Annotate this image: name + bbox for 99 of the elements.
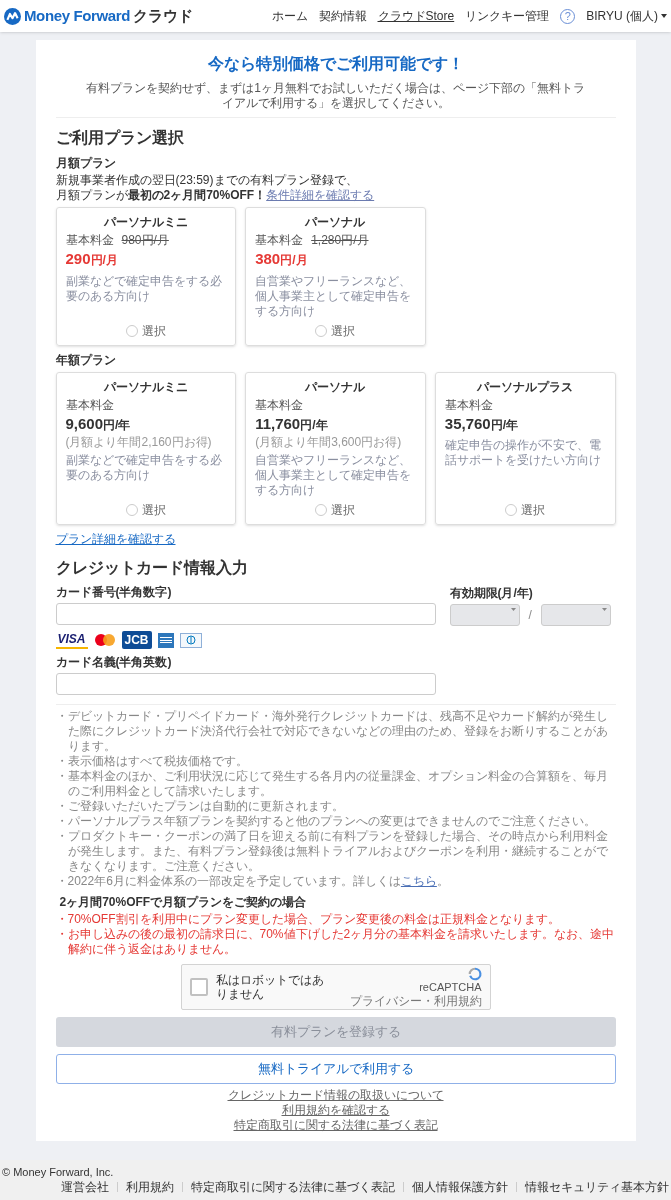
nav-link[interactable]: リンクキー管理 xyxy=(465,7,550,25)
note-text: ・ご登録いただいたプランは自動的に更新されます。 xyxy=(55,799,345,814)
jcb-logo: JCB xyxy=(121,631,152,649)
nav-link[interactable]: クラウドStore xyxy=(377,7,455,25)
details-link[interactable]: こちら xyxy=(400,874,437,888)
price-unit: 円/月 xyxy=(280,252,308,269)
original-price: 1,280円/月 xyxy=(311,233,369,248)
radio-label: 選択 xyxy=(521,502,546,519)
plan-details-link[interactable]: プラン詳細を確認する xyxy=(55,530,176,548)
cardholder-name-field[interactable] xyxy=(55,673,436,695)
footer-link[interactable]: 情報セキュリティ基本方針 xyxy=(525,1179,669,1195)
conditions-link[interactable]: 条件詳細を確認する xyxy=(266,188,375,203)
captcha-brand: reCAPTCHA xyxy=(419,980,482,994)
amex-logo-icon xyxy=(157,632,174,648)
note-text: ・基本料金のほか、ご利用状況に応じて発生する各月内の従量課金、オプション料金の合算額を、毎月のご利用料金として請求いたします。 xyxy=(55,769,609,799)
base-price-label: 基本料金 xyxy=(65,233,114,248)
diners-club-logo-icon xyxy=(179,632,202,648)
free-trial-button[interactable]: 無料トライアルで利用する xyxy=(55,1054,616,1084)
headline: 今なら特別価格でご利用可能です！ xyxy=(206,54,465,75)
plan-name: パーソナルミニ xyxy=(102,214,189,231)
savings-text: (月額より年間2,160円お得) xyxy=(65,435,213,450)
plan-card[interactable]: パーソナルミニ 基本料金 980円/月 290円/月 副業などで確定申告をする必要のある方向け 選択 xyxy=(55,207,237,346)
nav-link[interactable]: ホーム xyxy=(271,7,308,25)
price: 290 xyxy=(65,249,91,269)
footer-link[interactable]: 個人情報保護方針 xyxy=(412,1179,508,1195)
plan-card[interactable]: パーソナルミニ 基本料金 9,600円/年 (月額より年間2,160円お得) 副業などで確定申告をする必要のある方向け 選択 xyxy=(55,371,237,525)
mastercard-logo-icon xyxy=(93,633,116,647)
plan-description: 自営業やフリーランスなど、個人事業主として確定申告をする方向け xyxy=(255,453,413,498)
note-text: ・表示価格はすべて税抜価格です。 xyxy=(55,754,249,769)
subsection-label: 月額プラン xyxy=(55,155,117,172)
section-title: クレジットカード情報入力 xyxy=(55,558,249,578)
price-unit: 円/月 xyxy=(90,252,118,269)
note-text: ・プロダクトキー・クーポンの満了日を迎える前に有料プランを登録した場合、その時点から利用料金が発生します。また、有料プラン登録後は無料トライアルおよびクーポンを利用・継続することができなくなります。ご注意ください。 xyxy=(55,829,609,874)
logo-text: Money Forward xyxy=(24,5,130,26)
plan-description: 副業などで確定申告をする必要のある方向け xyxy=(65,273,223,304)
discount-title: 2ヶ月間70%OFFで月額プランをご契約の場合 xyxy=(58,894,308,911)
intro-text: 有料プランを契約せず、まずは1ヶ月無料でお試しいただく場合は、ページ下部の「無料トライアルで利用する」を選択してください。 xyxy=(85,81,586,111)
visa-logo: VISA xyxy=(55,631,88,649)
nav-link[interactable]: 契約情報 xyxy=(318,7,367,25)
footer-link[interactable]: 特定商取引に関する法律に基づく表記 xyxy=(233,1118,438,1133)
base-price-label: 基本料金 xyxy=(444,397,493,413)
note-text: ・デビットカード・プリペイドカード・海外発行クレジットカードは、残高不足やカード解約が発生した際にクレジットカード決済代行会社で対応できないなどの理由のため、登録をお断りすることがあります。 xyxy=(55,709,609,754)
plan-description: 確定申告の操作が不安で、電話サポートを受けたい方向け xyxy=(444,438,602,468)
plan-name: パーソナル xyxy=(304,378,367,396)
recaptcha-logo-icon xyxy=(467,966,482,981)
note-text: ・パーソナルプラス年額プランを契約すると他のプランへの変更はできませんのでご注意ください。 xyxy=(55,814,597,829)
footer-link[interactable]: 運営会社 xyxy=(61,1179,109,1195)
price-unit: 円/年 xyxy=(300,416,328,434)
field-label: カード名義(半角英数) xyxy=(55,654,173,671)
footer-link[interactable]: 特定商取引に関する法律に基づく表記 xyxy=(191,1179,395,1195)
price: 35,760 xyxy=(444,413,491,434)
year-select[interactable] xyxy=(540,604,611,626)
price-unit: 円/年 xyxy=(103,416,131,434)
promo-text: 新規事業者作成の翌日(23:59)までの有料プラン登録で、 xyxy=(55,173,358,188)
separator-text: / xyxy=(527,607,533,624)
footer-link[interactable]: 利用規約を確認する xyxy=(281,1103,390,1118)
caret-icon xyxy=(661,14,667,18)
caret-icon xyxy=(510,608,516,611)
copyright-text: © Money Forward, Inc. xyxy=(2,1165,114,1179)
radio-label: 選択 xyxy=(331,322,356,340)
captcha-label: 私はロボットではありません xyxy=(215,973,325,1001)
plan-name: パーソナル xyxy=(304,214,367,231)
user-menu[interactable]: BIRYU (個人) xyxy=(586,7,667,25)
radio-label: 選択 xyxy=(331,502,356,519)
field-label: 有効期限(月/年) xyxy=(449,585,534,602)
note-text: ・2022年6月に料金体系の一部改定を予定しています。詳しくはこちら。 xyxy=(55,874,450,889)
footer-link[interactable]: 利用規約 xyxy=(126,1179,174,1195)
plan-name: パーソナルミニ xyxy=(102,378,189,396)
section-title: ご利用プラン選択 xyxy=(55,128,185,148)
plan-name: パーソナルプラス xyxy=(476,378,575,396)
month-select[interactable] xyxy=(449,604,520,626)
plan-description: 副業などで確定申告をする必要のある方向け xyxy=(65,453,223,483)
logo-suffix: クラウド xyxy=(133,5,193,26)
field-label: カード番号(半角数字) xyxy=(55,584,173,601)
warning-text: ・お申し込みの後の最初の請求日に、70%値下げした2ヶ月分の基本料金を請求いたします。なお、途中解約に伴う返金はありません。 xyxy=(55,927,616,957)
savings-text: (月額より年間3,600円お得) xyxy=(255,435,403,450)
plan-description: 自営業やフリーランスなど、個人事業主として確定申告をする方向け xyxy=(255,273,413,319)
base-price-label: 基本料金 xyxy=(255,397,304,413)
captcha-checkbox[interactable] xyxy=(189,978,208,996)
radio-label: 選択 xyxy=(141,322,166,340)
warning-text: ・70%OFF割引を利用中にプラン変更した場合、プラン変更後の料金は正規料金となります。 xyxy=(55,912,561,927)
card-number-field[interactable] xyxy=(55,603,436,625)
captcha-links[interactable]: プライバシー・利用規約 xyxy=(349,993,482,1008)
subsection-label: 年額プラン xyxy=(55,351,117,369)
price: 11,760 xyxy=(255,413,301,434)
plan-card[interactable]: パーソナルプラス 基本料金 35,760円/年 確定申告の操作が不安で、電話サポートを受けたい方向け 選択 xyxy=(434,371,616,525)
footer-link[interactable]: クレジットカード情報の取扱いについて xyxy=(227,1088,444,1103)
price: 380 xyxy=(255,249,281,269)
base-price-label: 基本料金 xyxy=(65,397,114,413)
base-price-label: 基本料金 xyxy=(255,233,304,248)
caret-icon xyxy=(601,608,607,611)
price: 9,600 xyxy=(65,413,104,434)
original-price: 980円/月 xyxy=(121,233,169,248)
plan-card[interactable]: パーソナル 基本料金 1,280円/月 380円/月 自営業やフリーランスなど、個人事業主として確定申告をする方向け 選択 xyxy=(245,207,426,346)
logo-icon xyxy=(4,7,21,25)
promo-text: 月額プランが最初の2ヶ月間70%OFF！ xyxy=(55,188,267,203)
price-unit: 円/年 xyxy=(490,416,519,434)
plan-card[interactable]: パーソナル 基本料金 11,760円/年 (月額より年間3,600円お得) 自営業やフリーランスなど、個人事業主として確定申告をする方向け 選択 xyxy=(245,371,426,525)
radio-label: 選択 xyxy=(141,502,166,519)
